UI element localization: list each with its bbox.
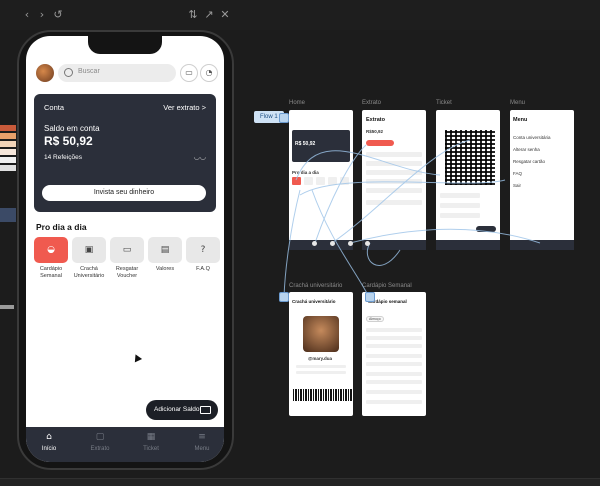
connection-line bbox=[299, 179, 506, 196]
flow-connector-icon[interactable] bbox=[365, 292, 375, 302]
connection-node[interactable] bbox=[330, 241, 335, 246]
flow-start-icon[interactable] bbox=[279, 113, 289, 123]
connection-line bbox=[331, 139, 471, 244]
connection-line bbox=[283, 189, 301, 298]
connection-line bbox=[366, 242, 401, 266]
connection-line bbox=[311, 189, 370, 298]
connection-node[interactable] bbox=[348, 241, 353, 246]
connection-line bbox=[314, 144, 367, 244]
prototype-connections bbox=[283, 139, 541, 298]
horizontal-scrollbar[interactable] bbox=[0, 478, 600, 486]
connection-line bbox=[295, 150, 441, 181]
connection-node[interactable] bbox=[365, 241, 370, 246]
connection-node[interactable] bbox=[312, 241, 317, 246]
flow-connector-icon[interactable] bbox=[279, 292, 289, 302]
connection-line bbox=[349, 228, 541, 244]
